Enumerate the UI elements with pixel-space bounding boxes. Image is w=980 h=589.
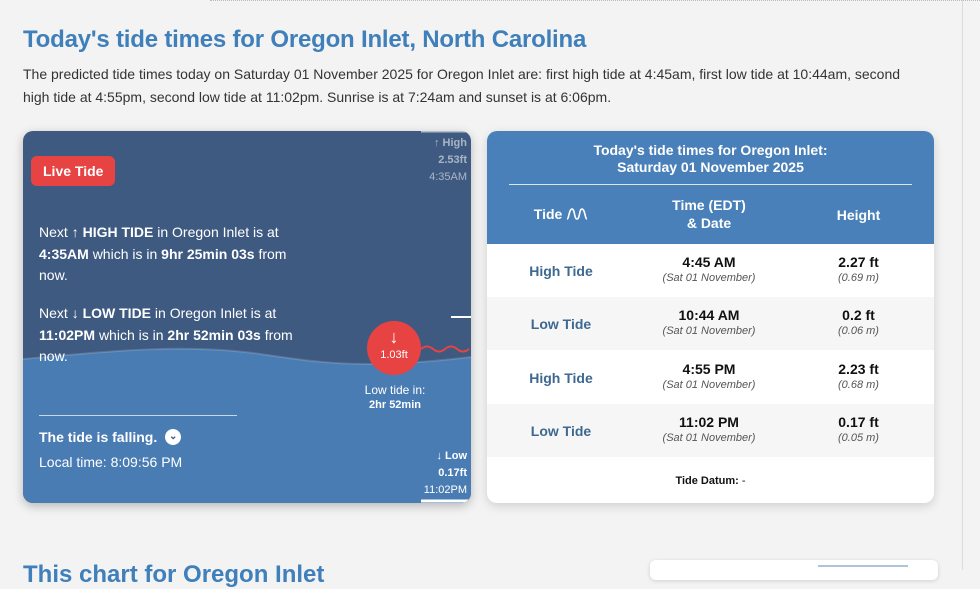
table-title: Today's tide times for Oregon Inlet: Sat… [487,131,934,176]
wave-icon [566,208,588,220]
tide-date: (Sat 01 November) [662,432,756,444]
table-row: Low Tide 11:02 PM (Sat 01 November) 0.17… [487,404,934,457]
scale-high-text: High [442,137,467,149]
high-tide-label: HIGH TIDE [82,224,154,240]
arrow-up-icon: ↑ [71,224,79,240]
column-time-label: Time (EDT) [672,197,746,213]
scale-low-text: Low [445,450,467,462]
tide-date: (Sat 01 November) [662,379,756,391]
arrow-down-icon: ↓ [389,327,399,347]
scale-low-height: 0.17ft [438,467,467,479]
in-text: which is in [92,245,158,262]
tide-time: 10:44 AM [678,307,740,323]
tide-time-cell: 10:44 AM (Sat 01 November) [635,307,783,338]
low-tide-label: LOW TIDE [82,305,152,321]
table-header-divider [509,184,912,185]
chart-preview-card [650,560,938,580]
tide-height-m: (0.05 m) [838,432,879,444]
location-text: in Oregon Inlet is at [154,305,277,321]
tide-datum-value: - [741,475,746,487]
arrow-up-icon: ↑ [433,137,440,149]
tide-height-ft: 2.27 ft [838,254,879,270]
next-low-tide-text: Next ↓ LOW TIDE in Oregon Inlet is at 11… [39,303,309,368]
local-time-value: 8:09:56 PM [110,454,183,470]
next-high-countdown: 9hr 25min 03s [161,245,255,262]
tide-height-cell: 0.17 ft (0.05 m) [783,414,934,445]
section-title: This chart for Oregon Inlet [23,561,325,588]
scale-low-label: ↓ Low 0.17ft 11:02PM [424,448,467,499]
top-border [210,0,980,1]
next-high-time: 4:35AM [39,245,89,262]
table-row: Low Tide 10:44 AM (Sat 01 November) 0.2 … [487,297,934,350]
tide-status[interactable]: The tide is falling. ⌄ [39,429,182,445]
tide-type: Low Tide [530,423,592,439]
local-time: Local time: 8:09:56 PM [39,454,182,470]
tide-height-cell: 0.2 ft (0.06 m) [783,307,934,338]
tide-height-m: (0.69 m) [838,272,879,284]
tide-height-ft: 0.17 ft [838,414,879,430]
tide-time: 4:45 AM [682,254,736,270]
scale-low-time: 11:02PM [423,484,467,496]
column-tide-label: Tide [533,206,563,222]
tide-datum: Tide Datum: - [487,475,934,487]
next-low-countdown: 2hr 52min 03s [167,326,261,343]
next-prefix: Next [39,305,68,321]
current-tide-marker: ↓ 1.03ft [367,321,421,375]
tide-time: 4:55 PM [682,361,736,377]
chevron-down-icon[interactable]: ⌄ [165,429,182,445]
tide-time: 11:02 PM [679,414,739,430]
intro-paragraph: The predicted tide times today on Saturd… [23,66,901,105]
arrow-down-icon: ↓ [71,305,79,321]
live-tide-badge: Live Tide [31,156,116,186]
tide-height-cell: 2.27 ft (0.69 m) [783,254,934,285]
column-header-tide: Tide [487,205,635,223]
live-tide-widget: Live Tide Next ↑ HIGH TIDE in Oregon Inl… [23,131,471,503]
column-header-time: Time (EDT) & Date [635,196,783,232]
tide-times-table: Today's tide times for Oregon Inlet: Sat… [487,131,934,503]
low-tide-countdown: Low tide in: 2hr 52min [353,383,437,412]
in-text: which is in [98,326,164,343]
arrow-down-icon: ↓ [436,450,442,462]
tide-status-text: The tide is falling. [39,429,158,445]
next-prefix: Next [39,224,68,240]
chart-preview-caption [818,565,908,567]
table-header: Today's tide times for Oregon Inlet: Sat… [487,131,934,244]
tide-height-ft: 2.23 ft [838,361,879,377]
tide-time-cell: 4:55 PM (Sat 01 November) [635,361,783,392]
column-header-height: Height [836,207,881,223]
scale-high-label: ↑ High 2.53ft 4:35AM [429,135,467,186]
column-date-label: & Date [686,215,732,231]
table-row: High Tide 4:55 PM (Sat 01 November) 2.23… [487,351,934,404]
low-tide-in-value: 2hr 52min [369,399,421,411]
location-text: in Oregon Inlet is at [157,224,279,240]
tide-date: (Sat 01 November) [662,272,756,284]
tide-type: Low Tide [530,316,592,332]
tide-height-ft: 0.2 ft [842,307,875,323]
low-tide-in-label: Low tide in: [364,383,426,397]
current-height: 1.03ft [380,349,408,361]
next-high-tide-text: Next ↑ HIGH TIDE in Oregon Inlet is at 4… [39,222,309,287]
tide-date: (Sat 01 November) [662,325,756,337]
tide-time-cell: 4:45 AM (Sat 01 November) [635,254,783,285]
tide-height-m: (0.06 m) [838,325,879,337]
tide-time-cell: 11:02 PM (Sat 01 November) [635,414,783,445]
tide-datum-label: Tide Datum: [675,475,739,487]
page-title: Today's tide times for Oregon Inlet, Nor… [23,26,587,53]
scale-high-time: 4:35AM [429,171,467,183]
table-row: High Tide 4:45 AM (Sat 01 November) 2.27… [487,244,934,297]
table-title-line2: Saturday 01 November 2025 [617,159,804,175]
tide-height-cell: 2.23 ft (0.68 m) [783,361,934,392]
table-title-line1: Today's tide times for Oregon Inlet: [593,142,828,158]
tide-type: High Tide [529,370,593,386]
sidebar-divider [962,0,963,570]
tide-type: High Tide [529,263,593,279]
scale-high-height: 2.53ft [438,154,467,166]
divider [39,415,237,416]
tide-height-m: (0.68 m) [838,379,879,391]
local-time-label: Local time: [39,454,107,470]
next-low-time: 11:02PM [39,326,96,343]
